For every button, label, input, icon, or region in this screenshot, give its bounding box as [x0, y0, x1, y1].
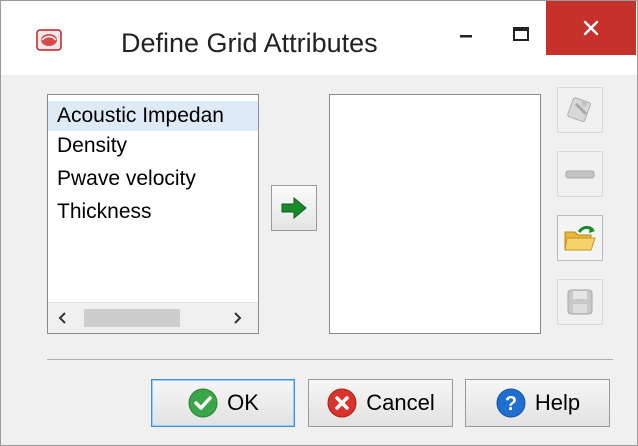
cancel-button[interactable]: Cancel	[308, 379, 453, 427]
list-item[interactable]: Density	[48, 131, 258, 161]
scrollbar-thumb[interactable]	[84, 309, 180, 327]
scroll-left-button[interactable]	[50, 303, 76, 333]
open-folder-icon	[564, 225, 596, 251]
close-button[interactable]	[546, 1, 636, 55]
add-attribute-button[interactable]	[271, 185, 317, 231]
chevron-left-icon	[58, 312, 66, 324]
list-item[interactable]: Acoustic Impedan	[48, 101, 258, 131]
help-question-icon: ?	[496, 388, 526, 418]
selected-attributes-list[interactable]	[329, 94, 541, 334]
dialog-window: Define Grid Attributes Acoustic Impedan …	[0, 0, 638, 446]
app-emblem-icon	[36, 29, 62, 51]
chevron-right-icon	[234, 312, 242, 324]
help-button-label: Help	[534, 390, 581, 415]
minimize-button[interactable]	[446, 7, 486, 61]
minimize-icon	[460, 35, 472, 38]
list-item[interactable]: Thickness	[48, 197, 258, 227]
open-folder-button[interactable]	[557, 215, 603, 261]
edit-icon	[567, 97, 591, 123]
save-button[interactable]	[557, 279, 603, 325]
ok-button[interactable]: OK	[151, 379, 295, 427]
svg-text:?: ?	[505, 393, 517, 415]
save-icon	[567, 289, 593, 315]
available-attributes-list[interactable]: Acoustic Impedan Density Pwave velocity …	[47, 94, 259, 334]
horizontal-scrollbar[interactable]	[48, 302, 258, 333]
check-icon	[188, 388, 218, 418]
close-icon	[583, 20, 599, 36]
title-bar[interactable]: Define Grid Attributes	[1, 1, 637, 75]
remove-icon	[565, 170, 595, 179]
separator	[47, 359, 613, 360]
window-title: Define Grid Attributes	[121, 28, 378, 58]
edit-button[interactable]	[557, 87, 603, 133]
maximize-icon	[513, 27, 529, 41]
maximize-button[interactable]	[501, 7, 541, 61]
remove-button[interactable]	[557, 151, 603, 197]
help-button[interactable]: ? Help	[465, 379, 610, 427]
scroll-right-button[interactable]	[224, 303, 250, 333]
cancel-button-label: Cancel	[366, 390, 435, 415]
cancel-x-icon	[327, 388, 357, 418]
ok-button-label: OK	[227, 390, 259, 415]
list-item[interactable]: Pwave velocity	[48, 164, 258, 194]
arrow-right-icon	[281, 196, 307, 220]
